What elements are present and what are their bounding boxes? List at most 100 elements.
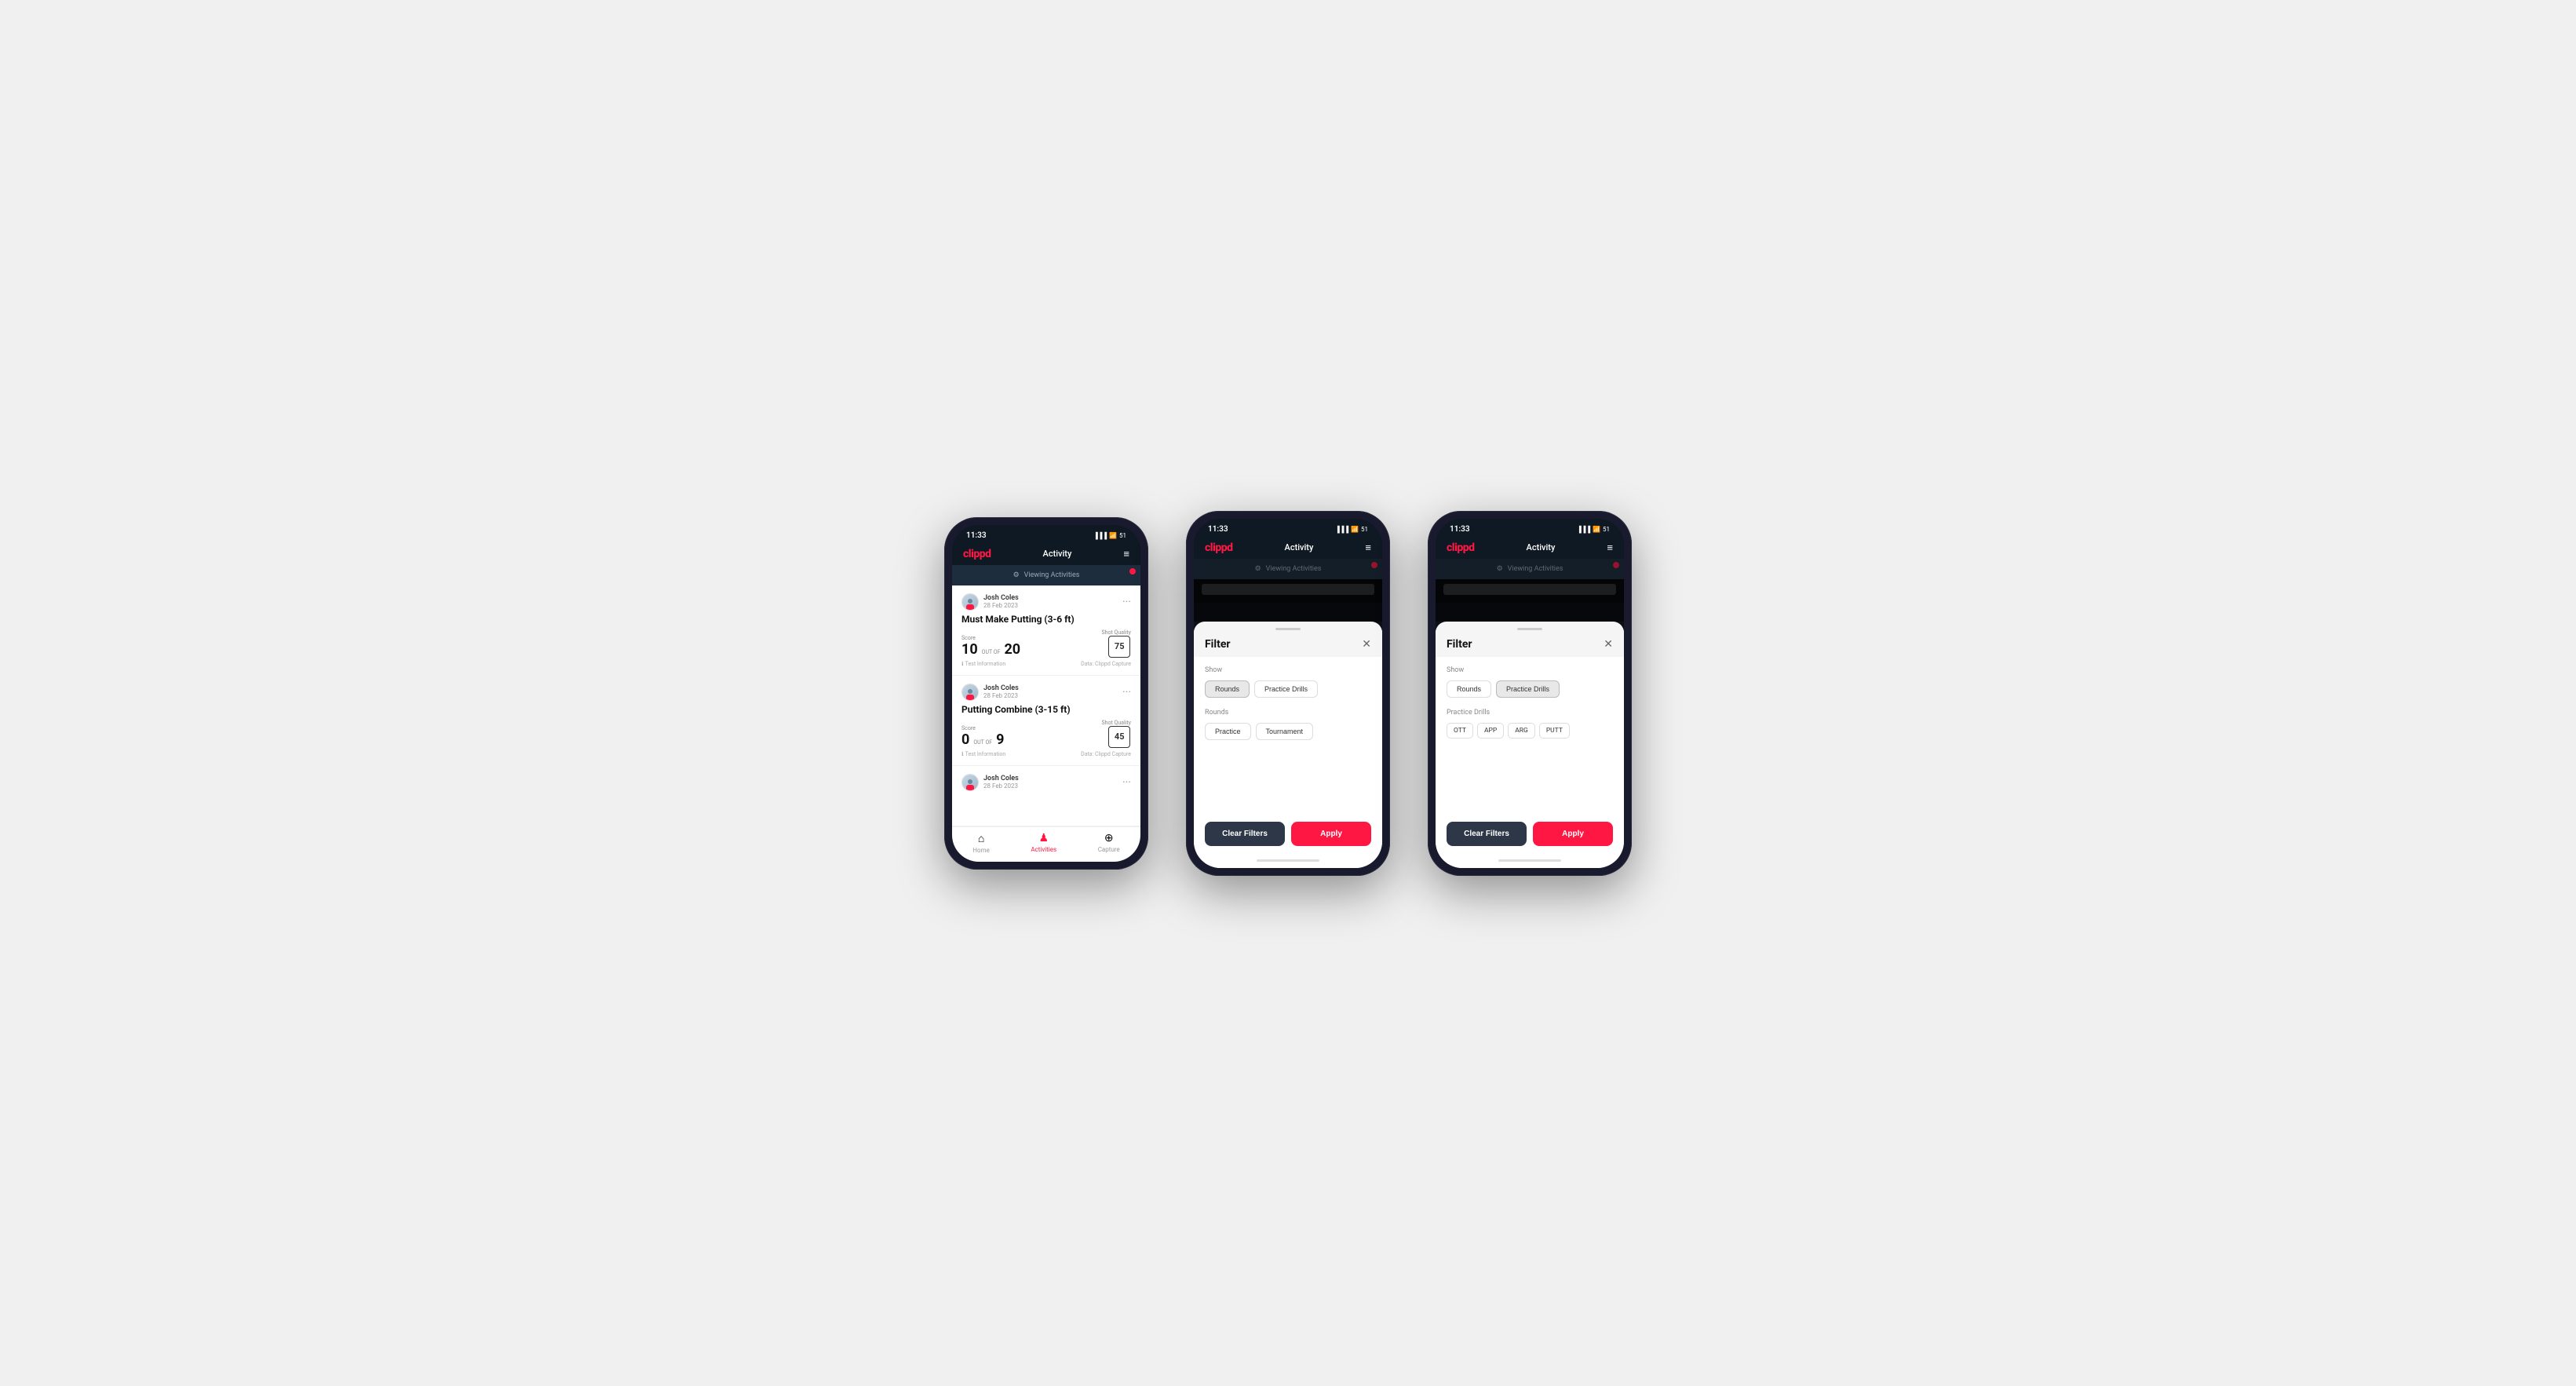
out-of-2: OUT OF [973,739,992,746]
activity-card-3: Josh Coles 28 Feb 2023 ··· [952,766,1140,826]
score-label-1: Score [961,635,1020,641]
user-name-3: Josh Coles [983,775,1019,782]
avatar-figure-2 [965,689,975,700]
card-stub-3 [961,794,1131,818]
test-info-1: ℹ Test Information [961,661,1005,667]
app-header-3: clippd Activity ≡ [1436,537,1624,559]
menu-icon-2[interactable]: ≡ [1365,542,1371,554]
clear-filters-btn-3[interactable]: Clear Filters [1447,822,1527,846]
filter-toggle-row-2: Rounds Practice Drills [1205,680,1371,698]
avatar-inner-3 [962,775,978,790]
signal-icon: ▐▐▐ [1093,532,1107,539]
signal-icon-3: ▐▐▐ [1577,526,1590,533]
overlay-bg-2: ⚙ Viewing Activities [1194,559,1382,622]
user-name-1: Josh Coles [983,594,1019,602]
menu-icon-3[interactable]: ≡ [1607,542,1613,554]
rounds-toggle-2[interactable]: Rounds [1205,680,1250,698]
apply-btn-3[interactable]: Apply [1533,822,1613,846]
red-dot-1 [1129,568,1136,574]
status-bar-3: 11:33 ▐▐▐ 📶 51 [1436,519,1624,537]
activities-icon: ♟ [1038,832,1049,844]
filter-close-2[interactable]: ✕ [1362,638,1371,651]
avatar-head-3 [968,779,972,784]
logo-2: clippd [1205,542,1233,554]
score-value-1: 10 [961,641,978,658]
tab-activities[interactable]: ♟ Activities [1031,832,1056,854]
filter-body-3: Show Rounds Practice Drills Practice Dri… [1436,657,1624,814]
avatar-body-1 [966,604,974,611]
more-dots-1[interactable]: ··· [1122,596,1131,607]
tab-home[interactable]: ⌂ Home [972,832,990,854]
drill-name-2: Putting Combine (3-15 ft) [961,704,1131,715]
filter-body-2: Show Rounds Practice Drills Rounds Pract… [1194,657,1382,814]
card-footer-1: ℹ Test Information Data: Clippd Capture [961,661,1131,667]
practice-drills-toggle-2[interactable]: Practice Drills [1254,680,1318,698]
battery-icon-3: 51 [1603,526,1610,533]
rounds-label-2: Rounds [1205,709,1371,717]
red-dot-3 [1613,562,1619,568]
header-title-3: Activity [1527,542,1556,553]
filter-title-3: Filter [1447,638,1472,651]
shot-quality-label-1: Shot Quality [1101,629,1131,636]
tab-capture[interactable]: ⊕ Capture [1098,832,1120,854]
tournament-btn-2[interactable]: Tournament [1256,723,1314,740]
card-header-3: Josh Coles 28 Feb 2023 ··· [961,774,1131,791]
status-icons-2: ▐▐▐ 📶 51 [1335,526,1368,533]
bottom-handle-3 [1436,854,1624,868]
pill-app[interactable]: APP [1477,723,1504,739]
score-label-2: Score [961,725,1004,731]
status-time-1: 11:33 [966,531,987,540]
avatar-inner-1 [962,594,978,610]
dim-row-3 [1443,584,1616,595]
more-dots-2[interactable]: ··· [1122,687,1131,698]
status-icons-3: ▐▐▐ 📶 51 [1577,526,1610,533]
notch-2 [1257,519,1319,536]
viewing-label-3-dim: Viewing Activities [1508,565,1563,573]
capture-icon: ⊕ [1104,832,1114,844]
pill-ott[interactable]: OTT [1447,723,1473,739]
filter-close-3[interactable]: ✕ [1604,638,1613,651]
practice-drills-toggle-3[interactable]: Practice Drills [1496,680,1560,698]
viewing-bar-2-dim: ⚙ Viewing Activities [1194,559,1382,579]
pill-arg[interactable]: ARG [1508,723,1535,739]
overlay-bg-3: ⚙ Viewing Activities [1436,559,1624,622]
filter-toggle-row-3: Rounds Practice Drills [1447,680,1613,698]
user-date-2: 28 Feb 2023 [983,692,1019,699]
shot-quality-val-1: 75 [1115,641,1125,651]
status-bar-1: 11:33 ▐▐▐ 📶 51 [952,525,1140,543]
red-dot-2 [1371,562,1377,568]
phone-2: 11:33 ▐▐▐ 📶 51 clippd Activity ≡ ⚙ Viewi… [1186,511,1390,876]
menu-icon-1[interactable]: ≡ [1123,548,1129,560]
status-icons-1: ▐▐▐ 📶 51 [1093,532,1126,539]
show-label-2: Show [1205,666,1371,674]
logo-1: clippd [963,548,991,560]
phone-1: 11:33 ▐▐▐ 📶 51 clippd Activity ≡ ⚙ Viewi… [944,517,1148,870]
shots-value-1: 20 [1004,641,1020,658]
filter-sheet-3: Filter ✕ Show Rounds Practice Drills Pra… [1436,622,1624,868]
activity-list-1: Josh Coles 28 Feb 2023 ··· Must Make Put… [952,585,1140,826]
data-source-2: Data: Clippd Capture [1081,751,1131,757]
activity-card-1: Josh Coles 28 Feb 2023 ··· Must Make Put… [952,585,1140,676]
activity-card-2: Josh Coles 28 Feb 2023 ··· Putting Combi… [952,676,1140,766]
user-info-2: Josh Coles 28 Feb 2023 [961,684,1019,701]
battery-icon-2: 51 [1361,526,1368,533]
practice-round-btn-2[interactable]: Practice [1205,723,1251,740]
more-dots-3[interactable]: ··· [1122,777,1131,788]
user-name-date-1: Josh Coles 28 Feb 2023 [983,594,1019,609]
filter-footer-2: Clear Filters Apply [1194,814,1382,854]
apply-btn-2[interactable]: Apply [1291,822,1371,846]
clear-filters-btn-2[interactable]: Clear Filters [1205,822,1285,846]
filter-header-2: Filter ✕ [1194,630,1382,657]
rounds-toggle-3[interactable]: Rounds [1447,680,1491,698]
card-footer-2: ℹ Test Information Data: Clippd Capture [961,751,1131,757]
status-bar-2: 11:33 ▐▐▐ 📶 51 [1194,519,1382,537]
user-name-2: Josh Coles [983,684,1019,692]
viewing-bar-1[interactable]: ⚙ Viewing Activities [952,565,1140,585]
shot-quality-badge-1: 75 [1108,636,1130,658]
avatar-inner-2 [962,684,978,700]
user-date-1: 28 Feb 2023 [983,602,1019,609]
pill-putt[interactable]: PUTT [1539,723,1570,739]
tab-capture-label: Capture [1098,846,1120,853]
wifi-icon-3: 📶 [1593,526,1600,533]
data-source-1: Data: Clippd Capture [1081,661,1131,667]
